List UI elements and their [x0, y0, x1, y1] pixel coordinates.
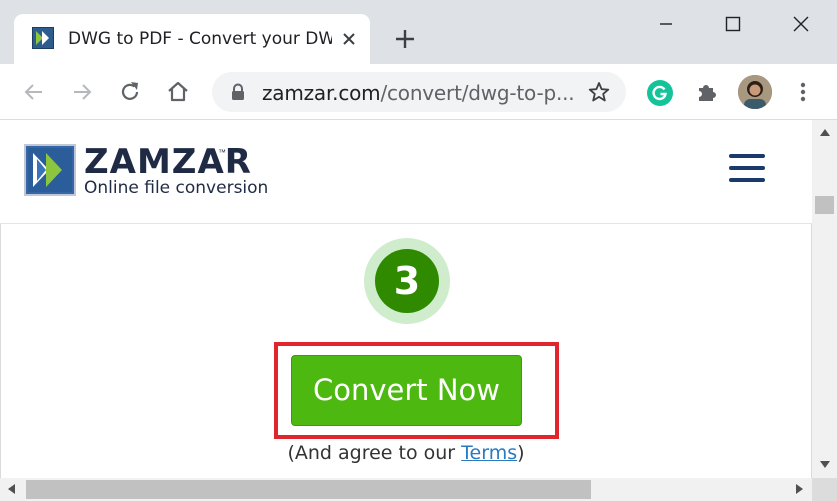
- profile-avatar[interactable]: [738, 75, 772, 109]
- zamzar-favicon-icon: [32, 27, 54, 49]
- reload-icon[interactable]: [117, 79, 143, 105]
- back-arrow-icon[interactable]: [21, 79, 47, 105]
- bookmark-star-icon[interactable]: [588, 81, 610, 103]
- hamburger-menu-icon[interactable]: [729, 154, 765, 182]
- lock-icon[interactable]: [230, 83, 246, 101]
- home-icon[interactable]: [165, 79, 191, 105]
- horizontal-scroll-thumb[interactable]: [26, 480, 591, 499]
- close-tab-icon[interactable]: [340, 30, 358, 48]
- new-tab-icon[interactable]: [394, 28, 416, 50]
- maximize-icon[interactable]: [721, 12, 745, 36]
- scroll-down-arrow-icon[interactable]: [819, 458, 831, 470]
- url-host: zamzar.com: [262, 81, 381, 105]
- close-window-icon[interactable]: [789, 12, 813, 36]
- grammarly-g-icon: [652, 85, 667, 101]
- scroll-up-arrow-icon[interactable]: [819, 127, 831, 139]
- profile-photo-icon: [738, 75, 772, 109]
- zamzar-logo-icon[interactable]: [24, 144, 76, 196]
- browser-toolbar: zamzar.com/convert/dwg-to-p...: [0, 64, 837, 120]
- brand-name: ZAMZAR: [84, 142, 252, 182]
- convert-now-button[interactable]: Convert Now: [291, 355, 522, 426]
- browser-titlebar: DWG to PDF - Convert your DWG: [0, 0, 837, 64]
- site-header: ZAMZAR ™ Online file conversion: [0, 120, 812, 224]
- vertical-scrollbar[interactable]: [812, 120, 837, 478]
- url-path: /convert/dwg-to-p...: [380, 81, 575, 105]
- tab-title: DWG to PDF - Convert your DWG: [68, 29, 332, 49]
- menu-kebab-icon[interactable]: [790, 79, 816, 105]
- agree-prefix: (And agree to our: [287, 442, 462, 464]
- minimize-icon[interactable]: [654, 12, 678, 36]
- agree-suffix: ): [517, 442, 525, 464]
- horizontal-scrollbar[interactable]: [0, 478, 812, 501]
- grammarly-extension-icon[interactable]: [647, 80, 673, 106]
- brand-trademark: ™: [218, 148, 226, 157]
- brand-tagline: Online file conversion: [84, 178, 269, 198]
- scrollbar-corner: [812, 478, 837, 501]
- browser-tab[interactable]: DWG to PDF - Convert your DWG: [14, 14, 370, 64]
- scroll-right-arrow-icon[interactable]: [793, 483, 805, 495]
- extensions-puzzle-icon[interactable]: [694, 79, 720, 105]
- address-bar[interactable]: zamzar.com/convert/dwg-to-p...: [212, 72, 626, 112]
- scroll-left-arrow-icon[interactable]: [6, 483, 18, 495]
- step-number: 3: [375, 249, 439, 313]
- url-text[interactable]: zamzar.com/convert/dwg-to-p...: [262, 81, 575, 105]
- terms-link[interactable]: Terms: [461, 442, 517, 464]
- vertical-scroll-thumb[interactable]: [815, 196, 834, 214]
- forward-arrow-icon[interactable]: [69, 79, 95, 105]
- agree-terms-text: (And agree to our Terms): [0, 442, 812, 464]
- step-badge: 3: [364, 238, 450, 324]
